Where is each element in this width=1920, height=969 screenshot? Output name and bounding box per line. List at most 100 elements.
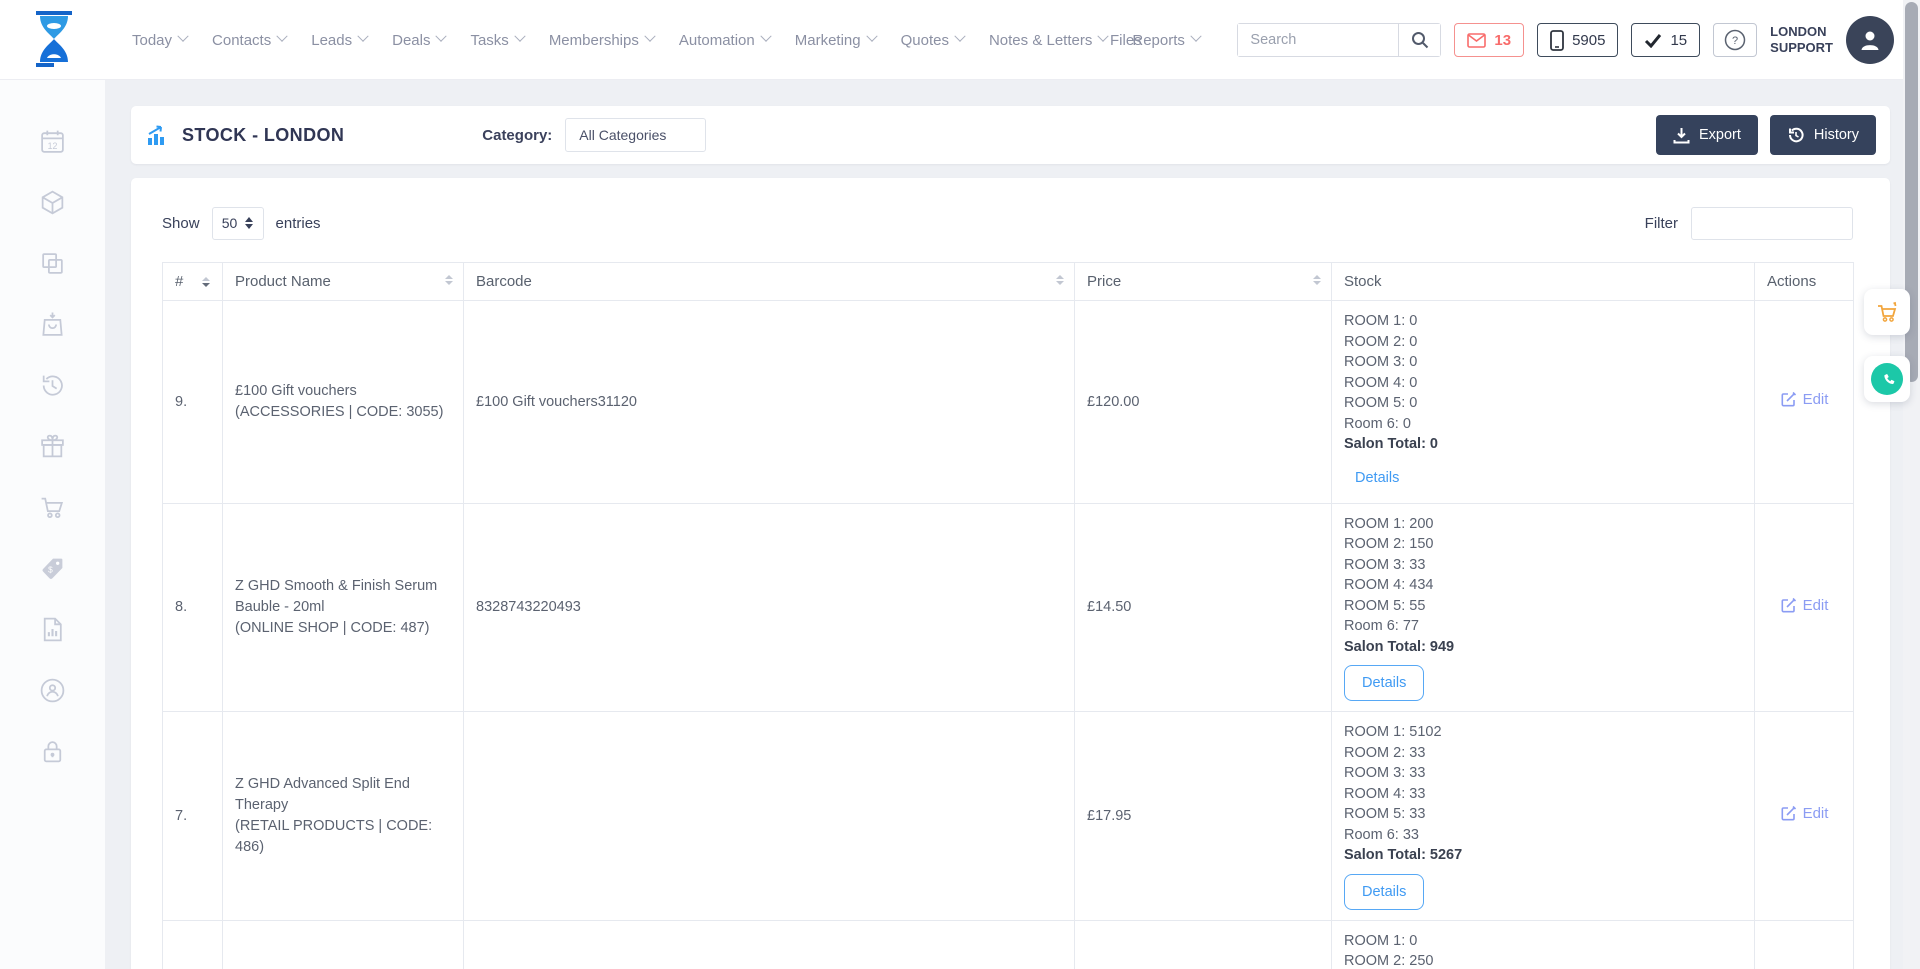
stock-line: ROOM 5: 33 [1344,804,1742,825]
nav-item[interactable]: Deals [392,32,445,49]
price-cell: £14.50 [1075,503,1332,712]
row-number: 9. [163,301,223,504]
edit-pencil-icon [1780,391,1797,408]
stock-cell: ROOM 1: 5102ROOM 2: 33ROOM 3: 33ROOM 4: … [1332,712,1755,921]
report-icon[interactable] [39,616,66,643]
nav-item-label: Contacts [212,32,271,49]
price-cell: £120.00 [1075,301,1332,504]
chevron-down-icon [514,30,525,41]
nav-item-label: Deals [392,32,430,49]
export-button[interactable]: Export [1656,115,1758,155]
gift-icon[interactable] [39,433,66,460]
bag-download-icon[interactable] [39,311,66,338]
table-row: 8. Z GHD Smooth & Finish Serum Bauble - … [163,503,1854,712]
chevron-down-icon [357,30,368,41]
nav-item-label: Files [1110,32,1142,49]
table-row: 7. Z GHD Advanced Split End Therapy (RET… [163,712,1854,921]
stock-table: # Product Name Barcode Price Stock Actio… [162,262,1854,969]
nav-item[interactable]: Contacts [212,32,286,49]
show-label: Show [162,215,200,232]
edit-link[interactable]: Edit [1780,597,1829,614]
stock-line: ROOM 5: 0 [1344,393,1742,414]
chevron-down-icon [177,30,188,41]
stock-line: ROOM 4: 434 [1344,575,1742,596]
chevron-down-icon [436,30,447,41]
nav-files: Files [1110,0,1142,80]
history-button[interactable]: History [1770,115,1876,155]
nav-item[interactable]: Today [132,32,187,49]
edit-link[interactable]: Edit [1780,805,1829,822]
tasks-badge[interactable]: 15 [1631,23,1700,57]
nav-item[interactable]: Quotes [901,32,964,49]
nav-item[interactable]: Reports [1132,32,1200,49]
cart-icon[interactable] [39,494,66,521]
top-bar: Today Contacts Leads Deals Tasks [0,0,1920,80]
top-right-controls: 13 5905 15 ? LONDON SUPPORT [1237,0,1894,80]
nav-item-label: Marketing [795,32,861,49]
nav-item-files[interactable]: Files [1110,32,1142,49]
svg-text:?: ? [1732,35,1738,47]
avatar[interactable] [1846,16,1894,64]
search-input[interactable] [1238,24,1398,56]
nav-item[interactable]: Tasks [470,32,523,49]
chevron-down-icon [866,30,877,41]
actions-cell [1755,920,1854,969]
filter-input[interactable] [1691,207,1853,240]
messages-badge[interactable]: 13 [1454,23,1524,57]
header-num[interactable]: # [163,263,223,301]
tasks-count: 15 [1670,32,1687,49]
category-select[interactable]: All Categories [565,118,706,152]
user-circle-icon[interactable] [39,677,66,704]
phone-icon [1871,363,1903,395]
copy-icon[interactable] [39,250,66,277]
history-icon [1787,126,1805,144]
edit-link[interactable]: Edit [1780,391,1829,408]
nav-item[interactable]: Notes & Letters [989,32,1107,49]
nav-item-label: Leads [311,32,352,49]
stock-line: ROOM 1: 0 [1344,931,1742,952]
page-size-select[interactable]: 50 [212,207,264,240]
nav-item[interactable]: Leads [311,32,367,49]
search-icon [1411,31,1429,49]
lock-icon[interactable] [39,738,66,765]
icon-sidebar: 12 $ [0,80,105,969]
details-button[interactable]: Details [1344,874,1424,910]
salon-total: Salon Total: 0 [1344,434,1742,455]
products-cube-icon[interactable] [39,189,66,216]
actions-cell: Edit [1755,712,1854,921]
header-price[interactable]: Price [1075,263,1332,301]
phone-count: 5905 [1572,32,1605,49]
nav-item[interactable]: Memberships [549,32,654,49]
nav-item[interactable]: Marketing [795,32,876,49]
header-actions: Actions [1755,263,1854,301]
account-name: LONDON SUPPORT [1770,24,1833,56]
search-box [1237,23,1441,57]
price-tag-icon[interactable]: $ [39,555,66,582]
details-button[interactable]: Details [1344,665,1424,701]
details-button[interactable]: Details [1344,463,1410,493]
app-logo-icon[interactable] [30,10,78,68]
cart-widget-button[interactable] [1864,289,1910,335]
nav-item[interactable]: Automation [679,32,770,49]
stock-cell: ROOM 1: 0ROOM 2: 0ROOM 3: 0ROOM 4: 0ROOM… [1332,301,1755,504]
chevron-down-icon [277,30,288,41]
header-product-name[interactable]: Product Name [223,263,464,301]
messages-count: 13 [1494,32,1511,49]
chevron-down-icon [644,30,655,41]
chevron-down-icon [1190,30,1201,41]
phone-widget-button[interactable] [1864,356,1910,402]
salon-total: Salon Total: 5267 [1344,845,1742,866]
history-icon[interactable] [39,372,66,399]
header-barcode[interactable]: Barcode [464,263,1075,301]
main-nav: Today Contacts Leads Deals Tasks [132,0,1200,80]
phone-badge[interactable]: 5905 [1537,23,1618,57]
calendar-icon[interactable]: 12 [39,128,66,155]
help-badge[interactable]: ? [1713,23,1757,57]
nav-item-label: Memberships [549,32,639,49]
search-button[interactable] [1398,24,1440,56]
scrollbar-track[interactable] [1903,0,1920,969]
product-name-cell: £100 Gift vouchers (ACCESSORIES | CODE: … [223,301,464,504]
actions-cell: Edit [1755,503,1854,712]
barcode-cell: 8328743220493 [464,503,1075,712]
stock-chart-icon [147,125,170,146]
